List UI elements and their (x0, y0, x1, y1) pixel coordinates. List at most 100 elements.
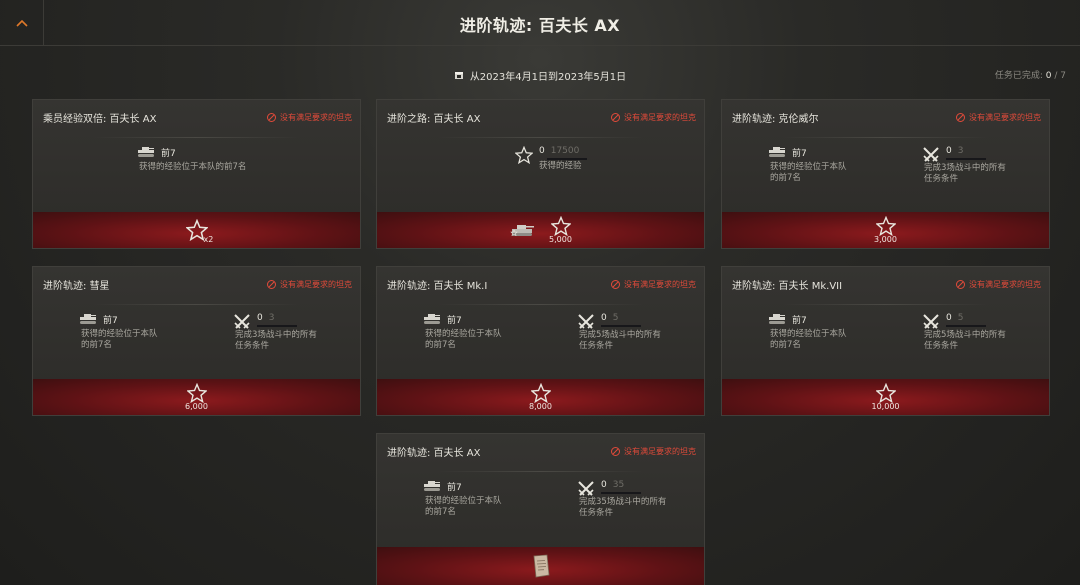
tank-reward-icon (510, 225, 535, 237)
warning-text: 没有满足要求的坦克 (624, 446, 696, 456)
no-eligible-tank-warning: 没有满足要求的坦克 (611, 279, 696, 290)
reward-bar[interactable] (377, 547, 704, 585)
condition-battles: 0 5 完成5场战斗中的所有任务条件 (577, 313, 669, 352)
page-title: 进阶轨迹: 百夫长 AX (459, 16, 621, 35)
card-title: 进阶轨迹: 百夫长 Mk.I (387, 280, 488, 292)
no-eligible-tank-warning: 没有满足要求的坦克 (611, 446, 696, 457)
condition-title: 前7 (792, 316, 807, 326)
tank-icon (423, 480, 441, 492)
condition-desc: 完成5场战斗中的所有任务条件 (924, 330, 1006, 351)
divider (93, 137, 300, 138)
reward-item[interactable] (531, 554, 551, 578)
reward-item[interactable]: 10,000 (872, 383, 900, 411)
reward-value: 6,000 (185, 402, 208, 411)
progress-current: 0 (946, 313, 952, 323)
mission-card-centurion-mk7[interactable]: 进阶轨迹: 百夫长 Mk.VII 没有满足要求的坦克 前7 获得的经验位于本队的… (721, 266, 1050, 416)
condition-top7: 前7 获得的经验位于本队的前7名 (768, 313, 872, 351)
card-title: 进阶轨迹: 百夫长 Mk.VII (732, 280, 843, 292)
no-eligible-tank-warning: 没有满足要求的坦克 (956, 112, 1041, 123)
star-icon (876, 383, 896, 403)
progress-bar (547, 158, 587, 160)
condition-title: 前7 (103, 316, 118, 326)
reward-bar[interactable]: 6,000 (33, 379, 360, 415)
reward-value: 10,000 (871, 402, 900, 411)
divider (782, 137, 989, 138)
prohibited-icon (956, 112, 965, 122)
reward-bar[interactable]: 3,000 (722, 212, 1049, 248)
tank-icon (768, 146, 786, 158)
progress-current: 0 (257, 313, 263, 323)
mission-card-comet[interactable]: 进阶轨迹: 彗星 没有满足要求的坦克 前7 获得的经验位于本队的前7名 0 3 … (32, 266, 361, 416)
reward-item[interactable]: 3,000 (874, 216, 897, 244)
warning-text: 没有满足要求的坦克 (969, 279, 1041, 289)
divider (437, 471, 644, 472)
crossed-swords-icon (922, 146, 940, 164)
reward-bar[interactable]: 10,000 (722, 379, 1049, 415)
condition-desc: 获得的经验位于本队的前7名 (770, 329, 847, 350)
event-period-text: 从2023年4月1日到2023年5月1日 (469, 71, 627, 83)
reward-item[interactable] (509, 222, 535, 238)
progress-current: 0 (601, 480, 607, 490)
star-icon (187, 383, 207, 403)
reward-bar[interactable]: x2 (33, 212, 360, 248)
completion-separator: / (1054, 71, 1058, 81)
completion-done: 0 (1045, 71, 1052, 81)
progress-current: 0 (946, 146, 952, 156)
condition-desc: 获得的经验位于本队的前7名 (425, 329, 502, 350)
mission-card-crew-xp[interactable]: 乘员经验双倍: 百夫长 AX 没有满足要求的坦克 前7 获得的经验位于本队的前7… (32, 99, 361, 249)
divider (437, 137, 644, 138)
progress-bar (601, 492, 641, 494)
warning-text: 没有满足要求的坦克 (624, 112, 696, 122)
progress-max: 35 (612, 480, 625, 490)
condition-top7: 前7 获得的经验位于本队的前7名 (137, 146, 246, 173)
reward-value: x2 (203, 235, 214, 244)
condition-desc: 完成5场战斗中的所有任务条件 (579, 330, 661, 351)
event-period: 从2023年4月1日到2023年5月1日 (0, 68, 1080, 83)
divider (782, 304, 989, 305)
condition-battles: 0 5 完成5场战斗中的所有任务条件 (922, 313, 1014, 352)
progress-bar (946, 158, 986, 160)
prohibited-icon (267, 112, 276, 122)
mission-card-centurion-ax[interactable]: 进阶轨迹: 百夫长 AX 没有满足要求的坦克 前7 获得的经验位于本队的前7名 … (376, 433, 705, 585)
condition-title: 前7 (792, 149, 807, 159)
star-icon (515, 146, 533, 164)
no-eligible-tank-warning: 没有满足要求的坦克 (611, 112, 696, 123)
crossed-swords-icon (577, 480, 595, 498)
progress-max: 3 (268, 313, 275, 323)
condition-progress: 0 3 (946, 146, 1014, 156)
reward-bar[interactable]: 5,000 (377, 212, 704, 248)
reward-item[interactable]: 8,000 (529, 383, 552, 411)
progress-current: 0 (601, 313, 607, 323)
condition-desc: 完成3场战斗中的所有任务条件 (235, 330, 317, 351)
condition-title: 前7 (447, 483, 462, 493)
condition-title: 前7 (447, 316, 462, 326)
crossed-swords-icon (922, 313, 940, 331)
condition-desc: 获得的经验位于本队的前7名 (425, 496, 502, 517)
reward-value: 3,000 (874, 235, 897, 244)
star-icon (551, 216, 571, 236)
warning-text: 没有满足要求的坦克 (624, 279, 696, 289)
reward-bar[interactable]: 8,000 (377, 379, 704, 415)
divider (93, 304, 300, 305)
condition-desc: 完成3场战斗中的所有任务条件 (924, 163, 1006, 184)
condition-battles: 0 35 完成35场战斗中的所有任务条件 (577, 480, 669, 519)
tank-icon (768, 313, 786, 325)
reward-item[interactable]: 6,000 (185, 383, 208, 411)
progress-current: 0 (539, 146, 545, 156)
tank-icon (79, 313, 97, 325)
condition-top7: 前7 获得的经验位于本队的前7名 (423, 480, 527, 518)
progress-max: 5 (957, 313, 964, 323)
mission-card-advance-path[interactable]: 进阶之路: 百夫长 AX 没有满足要求的坦克 0 17500 获得的经验 5,0… (376, 99, 705, 249)
crossed-swords-icon (233, 313, 251, 331)
progress-bar (601, 325, 641, 327)
condition-desc: 完成35场战斗中的所有任务条件 (579, 497, 667, 518)
completion-total: 7 (1060, 71, 1066, 81)
reward-item[interactable]: 5,000 (549, 216, 572, 244)
mission-card-centurion-mk1[interactable]: 进阶轨迹: 百夫长 Mk.I 没有满足要求的坦克 前7 获得的经验位于本队的前7… (376, 266, 705, 416)
mission-card-cromwell[interactable]: 进阶轨迹: 克伦威尔 没有满足要求的坦克 前7 获得的经验位于本队的前7名 0 … (721, 99, 1050, 249)
tank-icon (137, 146, 155, 158)
no-eligible-tank-warning: 没有满足要求的坦克 (267, 112, 352, 123)
warning-text: 没有满足要求的坦克 (280, 112, 352, 122)
condition-title: 前7 (161, 149, 176, 159)
reward-item[interactable]: x2 (186, 219, 213, 244)
